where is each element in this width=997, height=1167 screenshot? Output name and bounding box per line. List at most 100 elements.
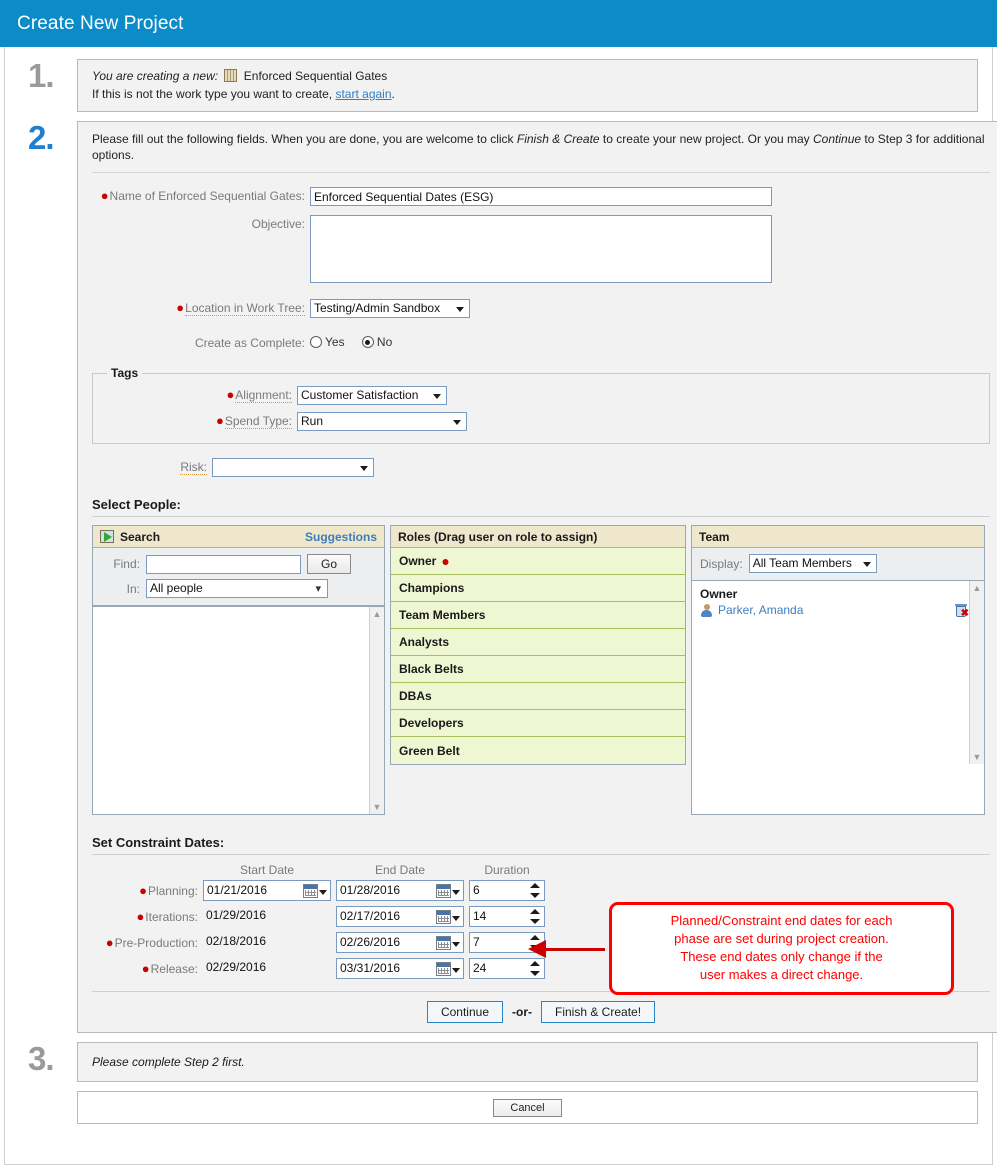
find-input[interactable] [146,554,301,574]
alignment-select[interactable]: Customer Satisfaction [297,386,447,405]
search-icon [100,530,114,543]
planning-label-wrap: ●Planning: [92,883,203,898]
avatar-head [704,603,710,610]
scroll-up-icon[interactable]: ▲ [973,583,982,593]
release-duration-stepper[interactable] [527,960,543,977]
required-dot-icon: ● [215,413,224,428]
planning-end-date-field[interactable]: 01/28/2016 [336,880,464,901]
location-select[interactable]: Testing/Admin Sandbox [310,299,470,318]
role-item-team-members[interactable]: Team Members [391,602,685,629]
stepper-down-icon[interactable] [530,893,540,898]
planning-duration-stepper[interactable] [527,882,543,899]
release-end-date-field[interactable]: 03/31/2016 [336,958,464,979]
callout-arrow-line [545,948,605,951]
pre-production-end-calendar-button[interactable] [436,934,462,951]
role-item-owner[interactable]: Owner ● [391,548,685,575]
create-complete-no-option[interactable]: No [361,335,392,349]
role-item-developers[interactable]: Developers [391,710,685,737]
scroll-down-icon[interactable]: ▼ [973,752,982,762]
create-complete-label: Create as Complete: [194,336,305,350]
scroll-down-icon[interactable]: ▼ [373,802,382,812]
roles-header: Roles (Drag user on role to assign) [391,526,685,548]
planning-start-calendar-button[interactable] [303,882,329,899]
project-name-input[interactable] [310,187,772,206]
step-1-panel: You are creating a new: Enforced Sequent… [77,59,978,112]
find-row: Find: Go [101,554,376,574]
radio-yes-icon[interactable] [310,336,322,348]
stepper-down-icon[interactable] [530,919,540,924]
finish-and-create-button[interactable]: Finish & Create! [541,1001,656,1023]
chevron-down-icon [433,394,441,399]
team-header: Team [692,526,984,548]
team-display-select[interactable]: All Team Members [748,554,877,573]
in-scope-select[interactable]: All people ▾ [146,579,328,598]
chevron-down-icon [456,307,464,312]
people-results-scrollbar[interactable]: ▲ ▼ [369,607,384,814]
role-item-black-belts[interactable]: Black Belts [391,656,685,683]
dates-column-headers: Start Date End Date Duration [92,863,990,877]
risk-select[interactable] [212,458,374,477]
objective-textarea[interactable] [310,215,772,283]
people-search-panel: Search Suggestions Find: Go In: All peop… [92,525,385,815]
alignment-label: Alignment: [235,388,292,403]
step-1-lead-text: You are creating a new: [92,69,219,83]
planning-end-calendar-button[interactable] [436,882,462,899]
calendar-icon [436,935,451,950]
constraint-dates-divider [92,854,990,855]
iterations-duration-stepper[interactable] [527,908,543,925]
suggestions-link[interactable]: Suggestions [305,530,377,544]
objective-label: Objective: [251,217,305,231]
scroll-up-icon[interactable]: ▲ [373,609,382,619]
cancel-button[interactable]: Cancel [493,1098,562,1117]
iterations-end-date-field[interactable]: 02/17/2016 [336,906,464,927]
role-item-dbas[interactable]: DBAs [391,683,685,710]
role-item-champions[interactable]: Champions [391,575,685,602]
planning-start-date-field[interactable]: 01/21/2016 [203,880,331,901]
callout-arrow-head-icon [528,940,546,958]
window-title-bar: Create New Project [0,0,997,47]
continue-button[interactable]: Continue [426,1001,503,1023]
gates-icon [224,69,238,82]
iterations-duration-field[interactable]: 14 [469,906,545,927]
stepper-up-icon[interactable] [530,961,540,966]
stepper-up-icon[interactable] [530,909,540,914]
location-label-wrap: ●Location in Work Tree: [92,299,310,317]
team-member-name[interactable]: Parker, Amanda [718,603,803,617]
cancel-bar: Cancel [77,1091,978,1124]
pre-production-duration-value: 7 [473,935,480,949]
planning-start-date-value: 01/21/2016 [207,883,268,897]
stepper-up-icon[interactable] [530,883,540,888]
pre-production-end-date-field[interactable]: 02/26/2016 [336,932,464,953]
spend-type-select[interactable]: Run [297,412,467,431]
tags-legend: Tags [111,366,139,380]
start-again-link[interactable]: start again [335,87,391,101]
intro-emphasis-finish: Finish & Create [516,132,600,146]
trash-x-mark: ✖ [960,608,969,619]
radio-no-icon[interactable] [361,336,374,348]
release-end-calendar-button[interactable] [436,960,462,977]
people-search-results[interactable]: ▲ ▼ [93,606,384,814]
location-label: Location in Work Tree: [185,301,305,316]
risk-label: Risk: [180,460,207,475]
role-item-green-belt[interactable]: Green Belt [391,737,685,764]
select-people-heading: Select People: [92,497,181,512]
location-field-row: ●Location in Work Tree: Testing/Admin Sa… [92,299,990,318]
create-new-project-page: Create New Project 1. You are creating a… [0,0,997,1167]
trash-delete-icon[interactable]: ✖ [955,603,969,619]
planning-duration-field[interactable]: 6 [469,880,545,901]
user-avatar-icon [700,603,713,617]
go-button[interactable]: Go [307,554,351,574]
create-complete-yes-option[interactable]: Yes [310,335,345,349]
spend-type-selected-value: Run [301,414,324,428]
team-list-scrollbar[interactable]: ▲ ▼ [969,581,984,764]
iterations-end-calendar-button[interactable] [436,908,462,925]
stepper-down-icon[interactable] [530,971,540,976]
role-item-analysts[interactable]: Analysts [391,629,685,656]
step-3-row: 3. Please complete Step 2 first. [19,1042,978,1082]
roles-panel: Roles (Drag user on role to assign) Owne… [390,525,686,765]
create-complete-yes-label: Yes [325,335,345,349]
required-dot-icon: ● [441,553,450,569]
intro-text-1: Please fill out the following fields. Wh… [92,132,517,146]
release-duration-field[interactable]: 24 [469,958,545,979]
role-label: DBAs [399,689,432,703]
